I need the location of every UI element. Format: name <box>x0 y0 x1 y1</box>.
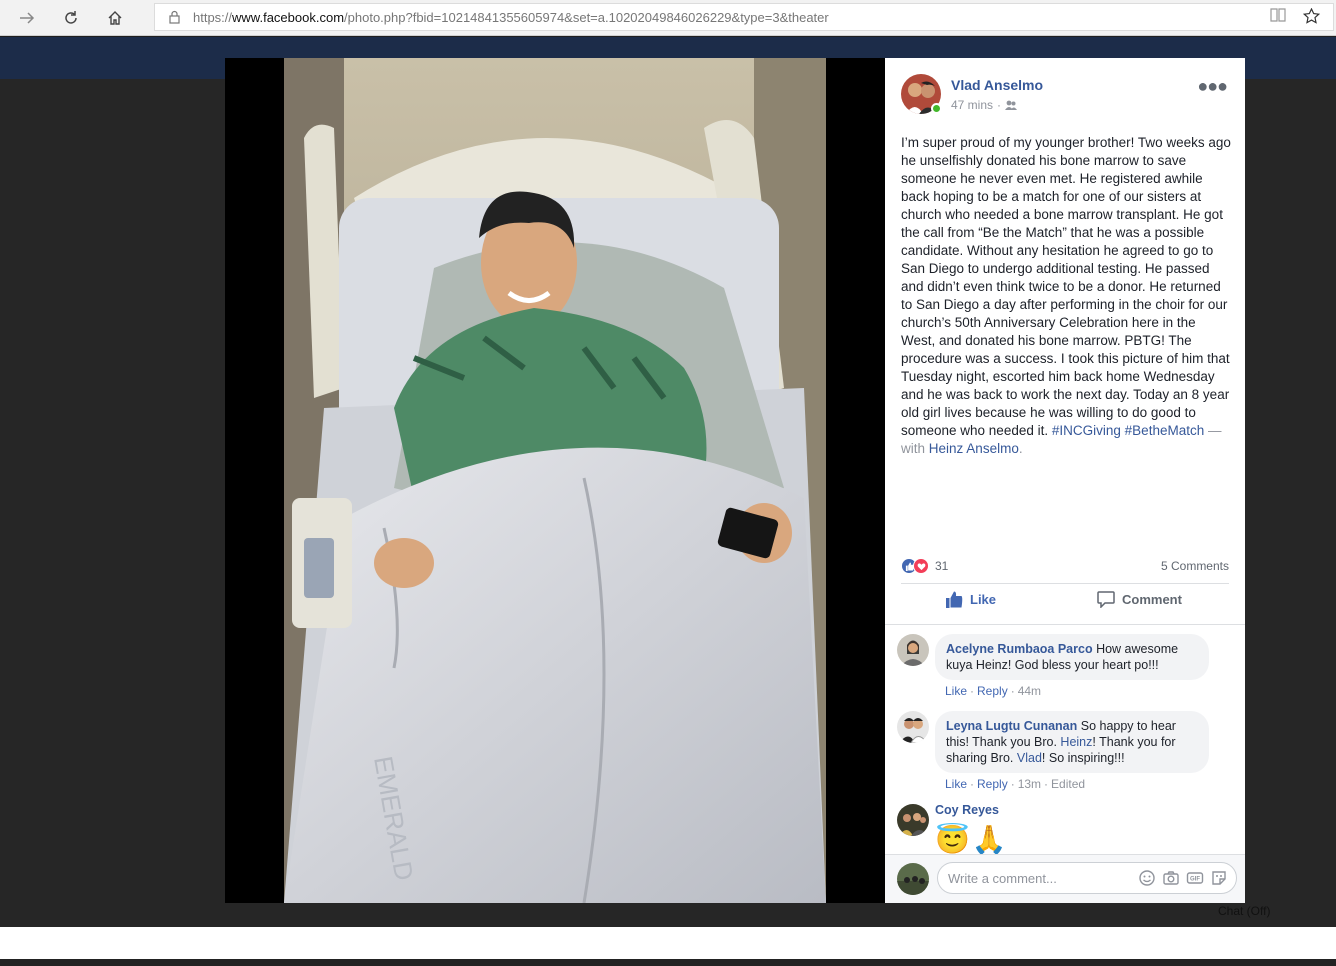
divider <box>901 583 1229 584</box>
comment-reply-link[interactable]: Reply <box>977 777 1008 791</box>
commenter-name[interactable]: Acelyne Rumbaoa Parco <box>946 642 1093 656</box>
commenter-avatar[interactable] <box>897 634 929 666</box>
tagged-person[interactable]: Heinz Anselmo <box>929 441 1019 456</box>
gif-icon[interactable]: GIF <box>1186 869 1204 887</box>
comment-input[interactable]: Write a comment... GIF <box>937 862 1237 894</box>
commenter-avatar[interactable] <box>897 711 929 743</box>
address-bar[interactable]: https://www.facebook.com/photo.php?fbid=… <box>154 3 1334 31</box>
comment-reply-link[interactable]: Reply <box>977 684 1008 698</box>
praying-hands-emoji: 🙏 <box>971 824 1007 855</box>
comment-bubble: Leyna Lugtu Cunanan So happy to hear thi… <box>935 711 1209 773</box>
commenter-name[interactable]: Coy Reyes <box>935 803 999 817</box>
home-button[interactable] <box>100 4 130 32</box>
divider <box>885 624 1245 625</box>
chat-status[interactable]: Chat (Off) <box>1218 904 1270 918</box>
post-text: I’m super proud of my younger brother! T… <box>901 135 1231 456</box>
post-time[interactable]: 47 mins <box>951 98 993 112</box>
comment-emoji-row: 😇 🙏 <box>935 824 1007 856</box>
mention-heinz[interactable]: Heinz <box>1060 735 1092 749</box>
refresh-icon <box>65 11 77 24</box>
comment-composer: Write a comment... GIF <box>885 855 1245 903</box>
comment-bubble: Acelyne Rumbaoa Parco How awesome kuya H… <box>935 634 1209 680</box>
reaction-count: 31 <box>935 559 949 573</box>
comment-button[interactable]: Comment <box>1097 591 1182 608</box>
photo-stage: EMERALD <box>225 58 885 903</box>
commenter-avatar[interactable] <box>897 804 929 836</box>
comment-actions: Like · Reply · 13m · Edited <box>945 777 1086 791</box>
viewer-avatar[interactable] <box>897 863 929 895</box>
comment-time[interactable]: 13m <box>1018 777 1041 791</box>
hashtag-incgiving[interactable]: #INCGiving <box>1052 423 1121 438</box>
hospital-bed-photo: EMERALD <box>284 58 826 903</box>
friends-icon[interactable] <box>1005 100 1018 111</box>
favorite-star-icon[interactable] <box>1302 7 1321 29</box>
lock-icon <box>169 10 180 24</box>
hashtag-bethematch[interactable]: #BetheMatch <box>1125 423 1205 438</box>
page-bottom-strip <box>0 927 1336 959</box>
post-panel: Vlad Anselmo 47 mins · ●●● I’m super pro… <box>885 58 1245 903</box>
page-bottom-edge <box>0 959 1336 966</box>
smiling-halo-emoji: 😇 <box>935 824 970 855</box>
love-reaction-icon <box>913 558 929 574</box>
commenter-name[interactable]: Leyna Lugtu Cunanan <box>946 719 1077 733</box>
comment-placeholder: Write a comment... <box>948 871 1057 886</box>
home-icon <box>108 11 122 25</box>
more-options-icon[interactable]: ●●● <box>1197 76 1228 97</box>
browser-toolbar: https://www.facebook.com/photo.php?fbid=… <box>0 0 1336 36</box>
like-button[interactable]: Like <box>945 591 996 608</box>
emoji-picker-icon[interactable] <box>1138 869 1156 887</box>
sticker-icon[interactable] <box>1210 869 1228 887</box>
comment-count-link[interactable]: 5 Comments <box>1161 559 1229 573</box>
author-name[interactable]: Vlad Anselmo <box>951 77 1043 93</box>
author-avatar[interactable] <box>901 74 942 114</box>
comment-time[interactable]: 44m <box>1018 684 1041 698</box>
comment-bubble-icon <box>1097 591 1115 608</box>
comment-edited-label[interactable]: Edited <box>1051 777 1085 791</box>
svg-text:GIF: GIF <box>1190 877 1200 883</box>
forward-button[interactable] <box>12 4 42 32</box>
arrow-right-icon <box>20 12 35 24</box>
post-meta: 47 mins · <box>951 98 1018 112</box>
comment-like-link[interactable]: Like <box>945 777 967 791</box>
online-status-dot <box>931 103 942 114</box>
post-photo[interactable]: EMERALD <box>284 58 826 903</box>
comment-like-link[interactable]: Like <box>945 684 967 698</box>
reactions-summary[interactable]: 31 <box>901 558 948 574</box>
camera-icon[interactable] <box>1162 869 1180 887</box>
reading-view-icon[interactable] <box>1270 8 1286 27</box>
thumbs-up-icon <box>946 591 963 608</box>
url-text: https://www.facebook.com/photo.php?fbid=… <box>193 10 829 25</box>
mention-vlad[interactable]: Vlad <box>1017 751 1042 765</box>
refresh-button[interactable] <box>56 4 86 32</box>
comment-actions: Like · Reply · 44m <box>945 684 1042 698</box>
